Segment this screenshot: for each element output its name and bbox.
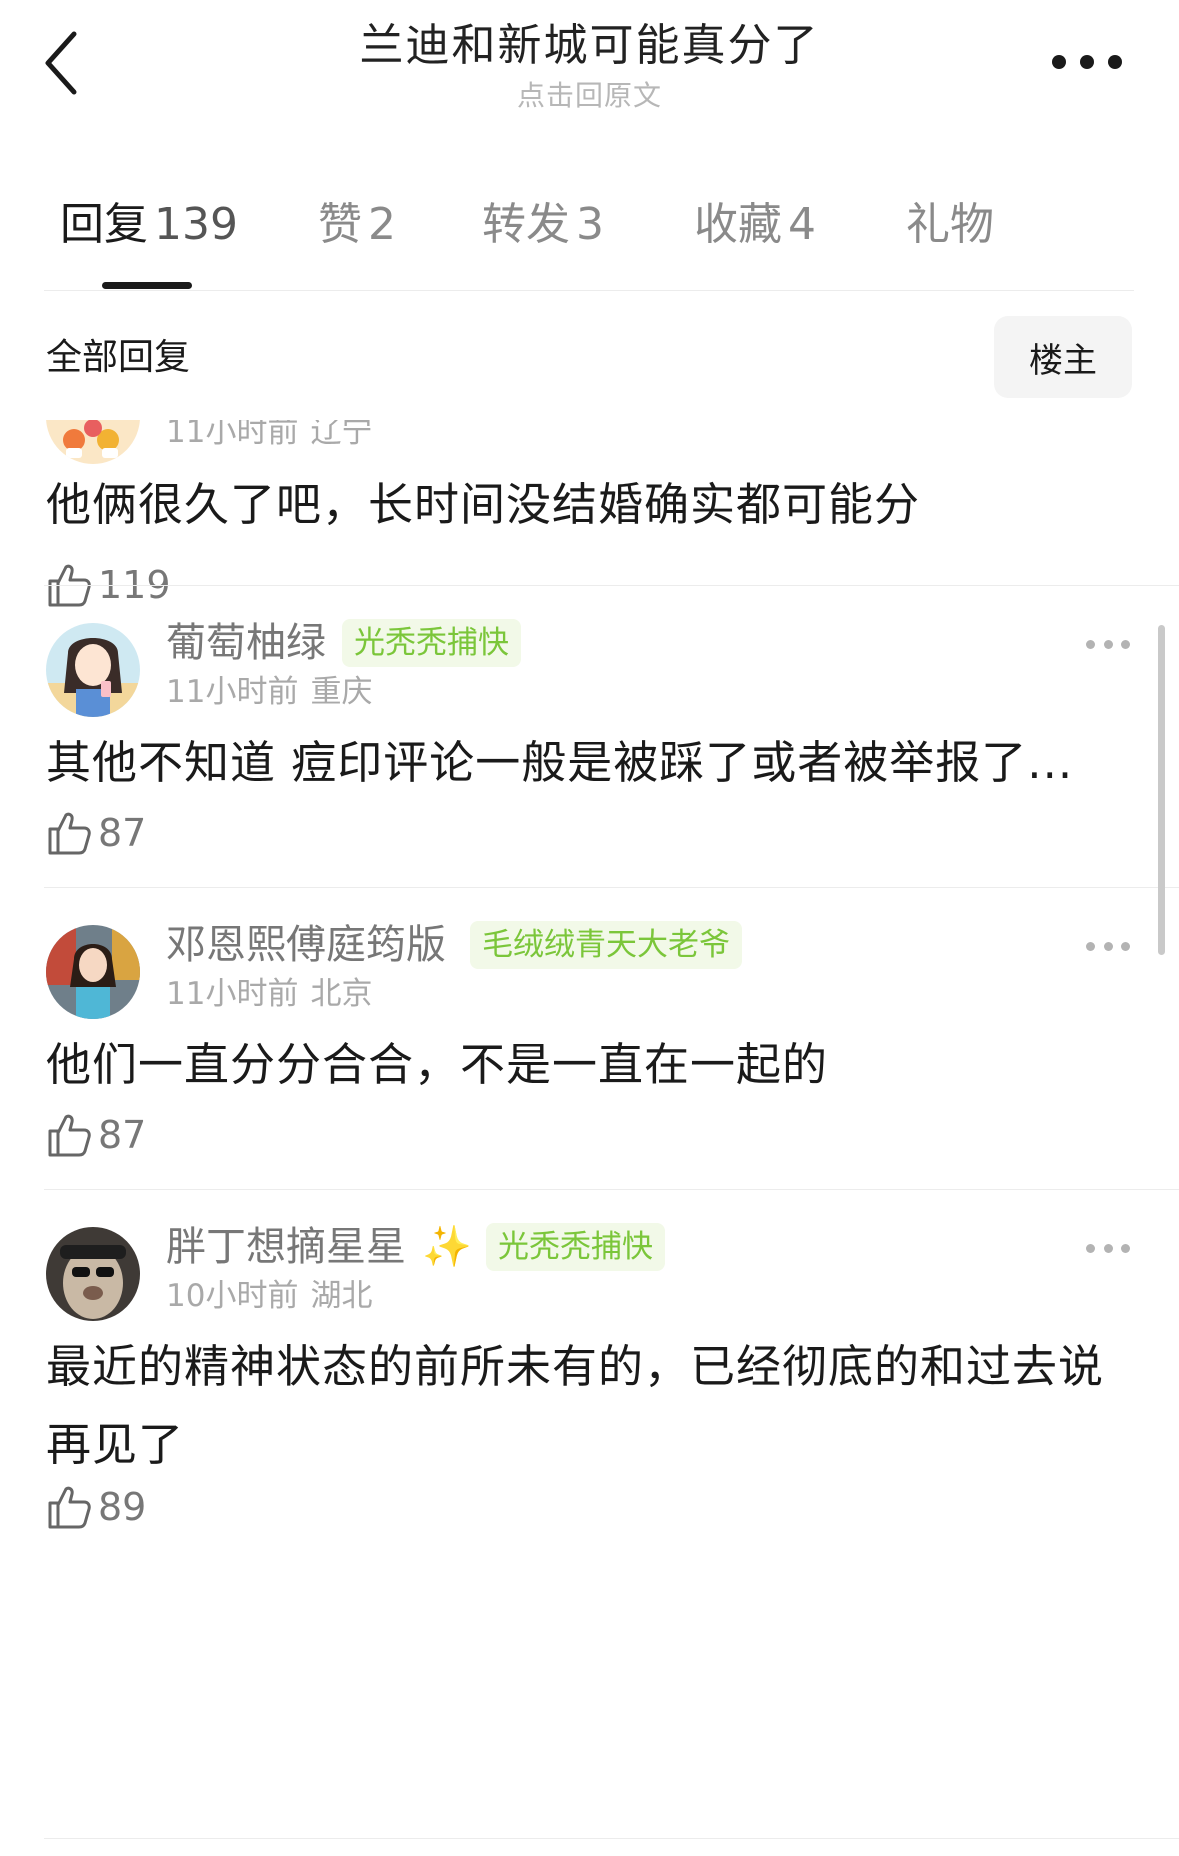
comment-meta: 10小时前 湖北 — [166, 1274, 372, 1318]
comment-time: 11小时前 — [166, 674, 299, 710]
user-badge[interactable]: 光秃秃捕快 — [486, 1223, 665, 1271]
more-dot — [1103, 639, 1113, 649]
comment-item: 邓恩熙傅庭筠版 毛绒绒青天大老爷 11小时前 北京 他们一直分分合合，不是一直在一… — [0, 888, 1179, 1189]
comment-more-button[interactable] — [1086, 634, 1130, 654]
like-count: 87 — [98, 811, 147, 855]
avatar-image — [46, 1227, 140, 1321]
more-dot — [1103, 1243, 1113, 1253]
more-dot — [1108, 55, 1122, 69]
comment-location: 北京 — [310, 976, 373, 1012]
comment-text[interactable]: 最近的精神状态的前所未有的，已经彻底的和过去说再见了 — [46, 1328, 1106, 1484]
tab-replies[interactable]: 回复 139 — [60, 190, 238, 260]
more-horizontal-icon — [1086, 1243, 1095, 1253]
avatar[interactable] — [46, 420, 140, 464]
tab-reposts[interactable]: 转发 3 — [482, 190, 604, 260]
comment-meta: 11小时前 重庆 — [166, 670, 372, 714]
tab-label: 收藏 — [694, 199, 782, 250]
thumbs-up-icon — [48, 1486, 91, 1529]
like-button[interactable]: 87 — [46, 1108, 146, 1162]
comment-location: 重庆 — [310, 674, 373, 710]
comment-meta: 11小时前 辽宁 — [166, 420, 372, 454]
avatar[interactable] — [46, 623, 140, 717]
avatar-image — [46, 420, 140, 464]
top-nav-bar: 兰迪和新城可能真分了 点击回原文 — [0, 0, 1179, 150]
like-count: 87 — [98, 1113, 147, 1157]
thumbs-up-icon — [48, 812, 91, 855]
tab-label: 礼物 — [906, 199, 994, 250]
avatar[interactable] — [46, 925, 140, 1019]
comment-time: 11小时前 — [166, 420, 299, 450]
more-horizontal-icon — [1086, 639, 1095, 649]
comment-item: 葡萄柚绿 光秃秃捕快 11小时前 重庆 其他不知道 痘印评论一般是被踩了或者被举报… — [0, 586, 1179, 887]
comment-username[interactable]: 邓恩熙傅庭筠版 — [166, 918, 446, 972]
page-title: 兰迪和新城可能真分了 — [359, 20, 820, 71]
back-button[interactable] — [40, 28, 90, 98]
comment-more-button[interactable] — [1086, 936, 1130, 956]
tab-label: 回复 — [60, 199, 148, 250]
comment-text[interactable]: 他们一直分分合合，不是一直在一起的 — [46, 1026, 1106, 1104]
avatar-image — [46, 623, 140, 717]
tab-favorites[interactable]: 收藏 4 — [694, 190, 816, 260]
comment-location: 湖北 — [310, 1278, 373, 1314]
sparkles-icon: ✨ — [422, 1224, 472, 1270]
tab-count: 2 — [368, 199, 396, 250]
comment-location: 辽宁 — [310, 420, 373, 450]
tab-count: 139 — [154, 199, 238, 250]
comment-username[interactable]: 葡萄柚绿 — [166, 616, 326, 670]
scrollbar[interactable] — [1158, 625, 1165, 955]
tab-label: 转发 — [482, 199, 570, 250]
more-horizontal-icon — [1086, 941, 1095, 951]
owner-only-filter-button[interactable]: 楼主 — [994, 316, 1132, 398]
like-button[interactable]: 87 — [46, 806, 146, 860]
active-tab-indicator — [102, 282, 192, 289]
more-options-button[interactable] — [1052, 44, 1122, 80]
tab-count: 3 — [576, 199, 604, 250]
view-original-link[interactable]: 点击回原文 — [240, 76, 939, 116]
tab-bar: 回复 139 赞2 转发 3 收藏 4 礼物 — [0, 190, 1179, 290]
comment-time: 11小时前 — [166, 976, 299, 1012]
tab-likes[interactable]: 赞2 — [318, 190, 396, 260]
user-badge[interactable]: 光秃秃捕快 — [342, 619, 521, 667]
more-dot — [1080, 55, 1094, 69]
avatar-image — [46, 925, 140, 1019]
divider — [44, 290, 1134, 291]
tab-gifts[interactable]: 礼物 — [906, 190, 994, 260]
divider — [44, 1838, 1179, 1839]
comment-item: 胖丁想摘星星 ✨ 光秃秃捕快 10小时前 湖北 最近的精神状态的前所未有的，已经彻… — [0, 1190, 1179, 1570]
section-title: 全部回复 — [46, 337, 191, 378]
more-dot — [1103, 941, 1113, 951]
comment-username[interactable]: 胖丁想摘星星 — [166, 1220, 406, 1274]
more-horizontal-icon — [1052, 55, 1066, 69]
more-dot — [1121, 941, 1130, 951]
tab-count: 4 — [788, 199, 816, 250]
comment-text[interactable]: 其他不知道 痘印评论一般是被踩了或者被举报了... — [46, 724, 1106, 802]
comment-more-button[interactable] — [1086, 1238, 1130, 1258]
user-badge[interactable]: 毛绒绒青天大老爷 — [470, 921, 742, 969]
chevron-left-icon — [45, 31, 77, 95]
comment-list[interactable]: 11小时前 辽宁 他俩很久了吧，长时间没结婚确实都可能分 119 葡萄柚绿 光秃秃… — [0, 420, 1179, 1856]
comment-text[interactable]: 他俩很久了吧，长时间没结婚确实都可能分 — [46, 466, 1106, 544]
avatar[interactable] — [46, 1227, 140, 1321]
more-dot — [1121, 639, 1130, 649]
more-dot — [1121, 1243, 1130, 1253]
comment-time: 10小时前 — [166, 1278, 299, 1314]
thumbs-up-icon — [48, 1114, 91, 1157]
comment-meta: 11小时前 北京 — [166, 972, 372, 1016]
tab-label: 赞 — [318, 199, 362, 250]
like-count: 89 — [98, 1485, 147, 1529]
like-button[interactable]: 89 — [46, 1480, 146, 1534]
title-block: 兰迪和新城可能真分了 点击回原文 — [240, 16, 939, 116]
